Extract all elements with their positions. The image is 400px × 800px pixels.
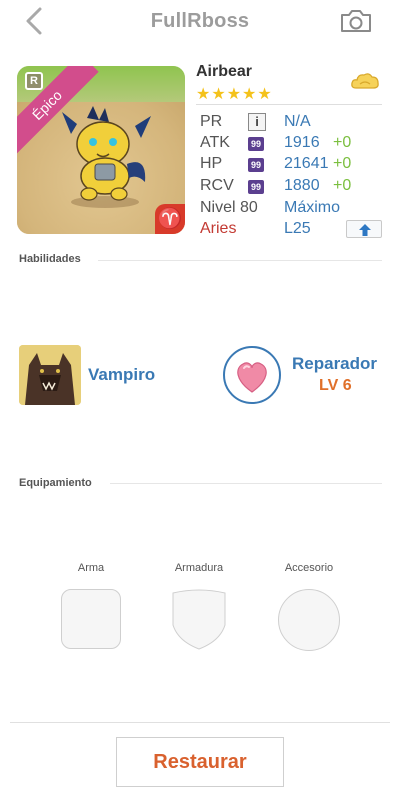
stat-label: HP (200, 155, 223, 172)
active-skill-name[interactable]: Vampiro (88, 365, 155, 385)
weapon-slot-label: Arma (77, 562, 105, 574)
armor-slot-label: Armadura (174, 562, 224, 574)
skills-divider (98, 260, 382, 261)
level-value: Máximo (284, 199, 341, 216)
stat-plus: +0 (333, 134, 352, 151)
armor-slot[interactable] (170, 589, 228, 651)
aries-sign-icon: ♈ (155, 204, 185, 234)
stat-row-atk: ATK 99 1916 +0 (200, 134, 390, 154)
info-icon[interactable]: i (248, 113, 266, 131)
equipment-divider (110, 483, 382, 484)
top-bar: FullRboss (0, 0, 400, 44)
level-label: Nivel 80 (200, 199, 258, 216)
leader-skill-icon[interactable] (223, 346, 281, 404)
stat-plus: +0 (333, 155, 352, 172)
monster-portrait[interactable]: Épico R ♈ (17, 66, 185, 234)
sign-label: Aries (200, 220, 237, 237)
leader-skill-name[interactable]: Reparador (292, 354, 377, 374)
cloud-badge-icon[interactable] (350, 70, 380, 94)
stat-row-rcv: RCV 99 1880 +0 (200, 177, 390, 197)
plus-badge: 99 (248, 158, 264, 172)
plus-badge: 99 (248, 180, 264, 194)
star-rating: ★★★★★ (196, 86, 273, 103)
stat-value: N/A (284, 113, 311, 130)
monster-name: Airbear (196, 63, 253, 80)
accessory-slot[interactable] (278, 589, 340, 651)
plus-badge: 99 (248, 137, 264, 151)
heart-icon (237, 362, 267, 393)
airbear-creature-image (62, 106, 151, 208)
stat-label: PR (200, 113, 223, 130)
footer-divider (10, 722, 390, 723)
stat-value: 1916 (284, 134, 320, 151)
stat-label: RCV (200, 177, 234, 194)
stat-value: 21641 (284, 155, 329, 172)
stat-plus: +0 (333, 177, 352, 194)
rank-badge: R (25, 72, 43, 90)
accessory-slot-label: Accesorio (284, 562, 334, 574)
arrow-up-icon (359, 224, 371, 236)
sign-level-value: L25 (284, 220, 311, 237)
upgrade-button[interactable] (346, 220, 382, 238)
weapon-slot[interactable] (61, 589, 121, 649)
stat-label: ATK (200, 134, 230, 151)
active-skill-icon[interactable] (19, 345, 81, 405)
stat-row-pr: PR i N/A (200, 113, 390, 133)
leader-skill-level: LV 6 (319, 377, 352, 394)
skills-section-label: Habilidades (19, 253, 81, 265)
level-row: Nivel 80 Máximo (200, 199, 390, 219)
stat-row-hp: HP 99 21641 +0 (200, 155, 390, 175)
werewolf-icon (19, 345, 81, 405)
restore-button[interactable]: Restaurar (116, 737, 284, 787)
camera-icon[interactable] (339, 8, 373, 34)
stat-value: 1880 (284, 177, 320, 194)
equipment-section-label: Equipamiento (19, 477, 92, 489)
stats-divider (196, 104, 382, 105)
